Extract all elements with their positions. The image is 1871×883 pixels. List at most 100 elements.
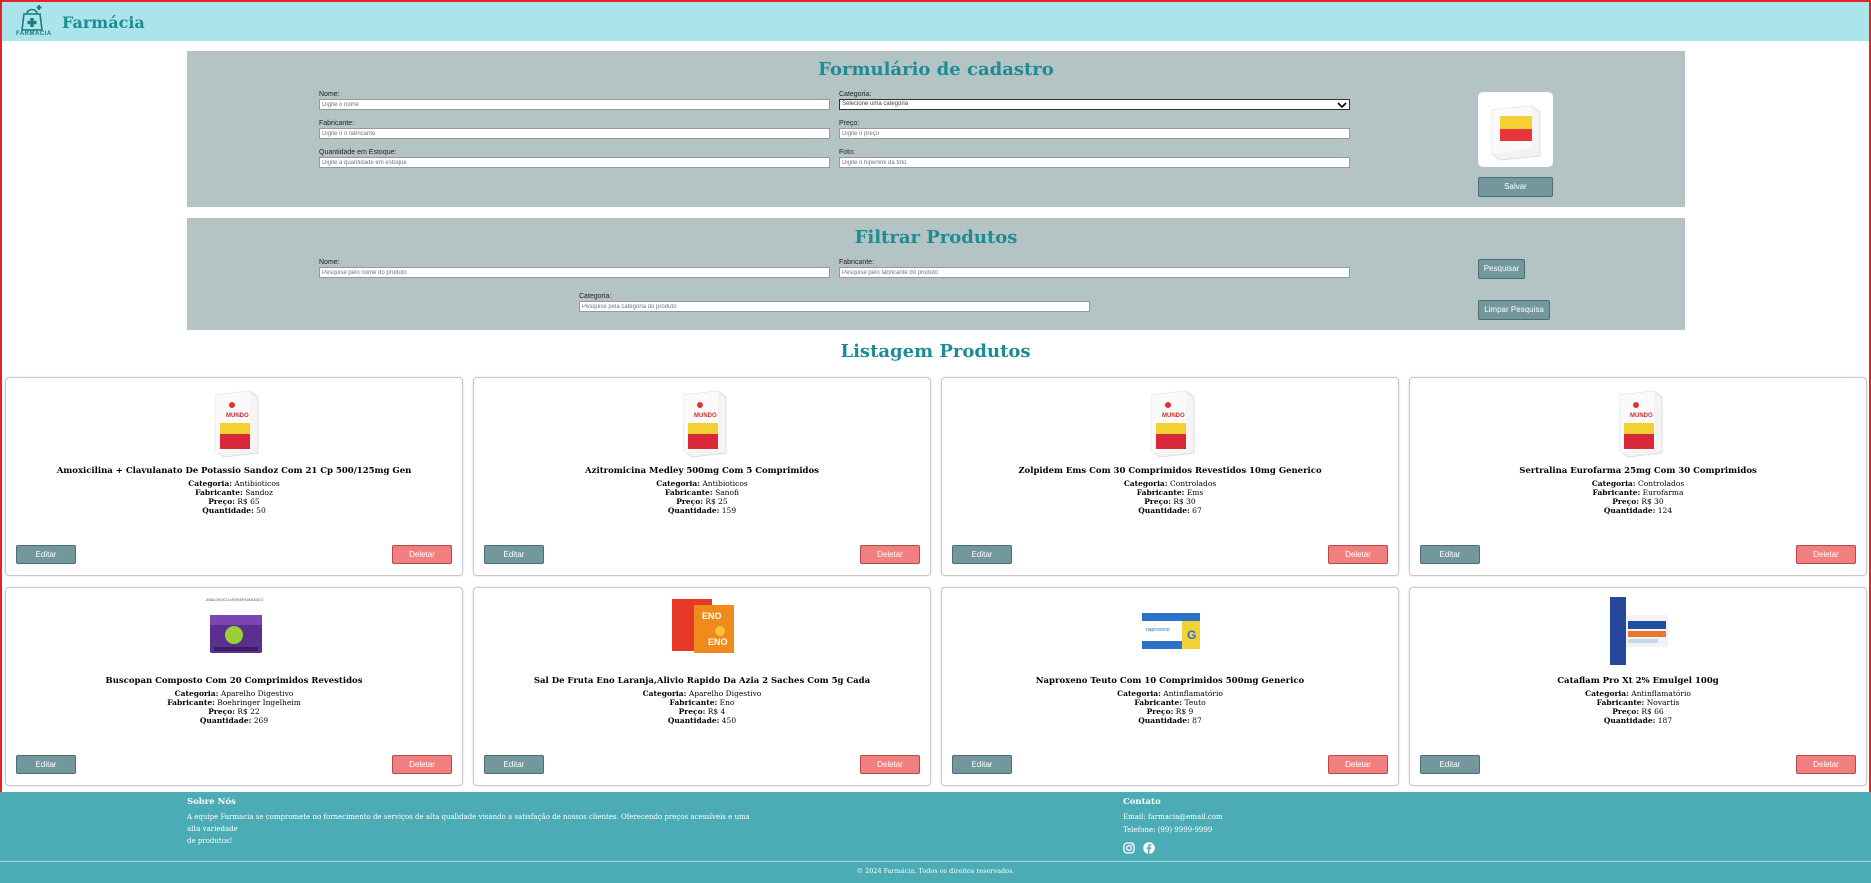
delete-button[interactable]: Deletar	[860, 545, 920, 564]
nome-input[interactable]	[319, 99, 830, 110]
preco-value: R$ 30	[1641, 497, 1664, 506]
product-quantidade: Quantidade: 269	[6, 716, 462, 725]
product-quantidade: Quantidade: 187	[1410, 716, 1866, 725]
fabricante-key: Fabricante:	[669, 698, 718, 707]
filter-categoria-input[interactable]	[579, 301, 1090, 312]
brand-name[interactable]: Farmácia	[62, 13, 145, 32]
fabricante-value: Eurofarma	[1642, 488, 1684, 497]
product-image	[1610, 597, 1668, 665]
clear-search-button[interactable]: Limpar Pesquisa	[1478, 300, 1550, 320]
product-image: ANALGESICO ANTIESPASMODICO	[204, 597, 266, 653]
product-quantidade: Quantidade: 124	[1410, 506, 1866, 515]
quantidade-key: Quantidade:	[1138, 506, 1190, 515]
filter-nome-input[interactable]	[319, 267, 830, 278]
instagram-icon[interactable]	[1123, 842, 1135, 854]
edit-button[interactable]: Editar	[484, 755, 544, 774]
product-info: Categoria: Aparelho Digestivo Fabricante:…	[6, 689, 462, 725]
edit-button[interactable]: Editar	[952, 545, 1012, 564]
edit-button[interactable]: Editar	[1420, 545, 1480, 564]
facebook-icon[interactable]	[1143, 842, 1155, 854]
quantidade-value: 159	[721, 506, 737, 515]
quantidade-label: Quantidade em Estoque:	[319, 149, 397, 156]
product-card: ANALGESICO ANTIESPASMODICO Buscopan Compo…	[5, 587, 463, 786]
product-info: Categoria: Antinflamatório Fabricante: Te…	[942, 689, 1398, 725]
edit-button[interactable]: Editar	[16, 755, 76, 774]
categoria-select[interactable]: Selecione uma categoria	[839, 99, 1350, 110]
filter-panel: Filtrar Produtos Nome: Fabricante: Categ…	[187, 218, 1685, 330]
about-text-line-2: de produtos!	[187, 837, 233, 845]
preco-key: Preço:	[678, 707, 706, 716]
edit-button[interactable]: Editar	[1420, 755, 1480, 774]
preco-value: R$ 22	[237, 707, 260, 716]
svg-text:ENO: ENO	[708, 637, 728, 647]
product-quantidade: Quantidade: 450	[474, 716, 930, 725]
product-categoria: Categoria: Aparelho Digestivo	[474, 689, 930, 698]
contact-title: Contato	[1123, 797, 1161, 807]
pharmacy-bag-icon	[21, 5, 43, 31]
categoria-value: Controlados	[1637, 479, 1685, 488]
filter-categoria-field: Categoria:	[579, 293, 1090, 312]
preco-input[interactable]	[839, 128, 1350, 139]
product-quantidade: Quantidade: 87	[942, 716, 1398, 725]
fabricante-key: Fabricante:	[195, 488, 243, 497]
fabricante-field: Fabricante:	[319, 120, 830, 139]
quantidade-key: Quantidade:	[1603, 506, 1656, 515]
categoria-value: Antinflamatório	[1631, 689, 1691, 698]
delete-button[interactable]: Deletar	[1796, 755, 1856, 774]
product-categoria: Categoria: Aparelho Digestivo	[6, 689, 462, 698]
top-navbar: FARMÁCIA Farmácia	[0, 0, 1871, 41]
product-name: Cataflam Pro Xt 2% Emulgel 100g	[1557, 676, 1719, 686]
delete-button[interactable]: Deletar	[860, 755, 920, 774]
filter-title: Filtrar Produtos	[854, 227, 1018, 248]
categoria-key: Categoria:	[1117, 689, 1161, 698]
product-info: Categoria: Aparelho Digestivo Fabricante:…	[474, 689, 930, 725]
delete-button[interactable]: Deletar	[1796, 545, 1856, 564]
product-fabricante: Fabricante: Teuto	[942, 698, 1398, 707]
fabricante-input[interactable]	[319, 128, 830, 139]
quantidade-key: Quantidade:	[199, 716, 252, 725]
filter-categoria-label: Categoria:	[579, 293, 612, 300]
svg-text:MUNDO: MUNDO	[1630, 413, 1653, 419]
delete-button[interactable]: Deletar	[1328, 755, 1388, 774]
foto-field: Foto:	[839, 149, 1350, 168]
logo-text: FARMÁCIA	[16, 31, 52, 37]
pharmacy-logo[interactable]: FARMÁCIA	[14, 4, 52, 40]
quantidade-input[interactable]	[319, 157, 830, 168]
filter-fabricante-field: Fabricante:	[839, 259, 1350, 278]
fabricante-value: Novartis	[1646, 698, 1680, 707]
categoria-key: Categoria:	[642, 689, 687, 698]
fabricante-value: Eno	[719, 698, 735, 707]
product-info: Categoria: Antinflamatório Fabricante: No…	[1410, 689, 1866, 725]
product-fabricante: Fabricante: Sandoz	[6, 488, 462, 497]
svg-text:naproxeno: naproxeno	[1146, 627, 1170, 633]
quantidade-key: Quantidade:	[1603, 716, 1656, 725]
registration-form: Formulário de cadastro Nome: Categoria: …	[187, 51, 1685, 207]
save-button[interactable]: Salvar	[1478, 177, 1553, 197]
categoria-value: Antinflamatório	[1163, 689, 1223, 698]
categoria-label: Categoria:	[839, 91, 872, 98]
preco-key: Preço:	[676, 497, 703, 506]
fabricante-value: Ems	[1186, 488, 1204, 497]
product-name: Zolpidem Ems Com 30 Comprimidos Revestid…	[1018, 466, 1322, 476]
product-card: Cataflam Pro Xt 2% Emulgel 100g Categoria…	[1409, 587, 1867, 786]
quantidade-key: Quantidade:	[1138, 716, 1190, 725]
quantidade-field: Quantidade em Estoque:	[319, 149, 830, 168]
nome-field: Nome:	[319, 91, 830, 110]
product-categoria: Categoria: Antibioticos	[6, 479, 462, 488]
product-name: Naproxeno Teuto Com 10 Comprimidos 500mg…	[1035, 676, 1305, 686]
search-button[interactable]: Pesquisar	[1478, 259, 1525, 279]
filter-fabricante-input[interactable]	[839, 267, 1350, 278]
preco-value: R$ 66	[1641, 707, 1664, 716]
product-image: MUNDO	[1151, 390, 1195, 458]
categoria-value: Antibioticos	[234, 479, 280, 488]
preco-value: R$ 25	[705, 497, 728, 506]
foto-input[interactable]	[839, 157, 1350, 168]
edit-button[interactable]: Editar	[952, 755, 1012, 774]
edit-button[interactable]: Editar	[16, 545, 76, 564]
contact-phone: Telefone: (99) 9999-9999	[1123, 826, 1213, 834]
delete-button[interactable]: Deletar	[392, 545, 452, 564]
about-text-line-1: A equipe Farmacia se compromete no forne…	[187, 813, 750, 833]
delete-button[interactable]: Deletar	[392, 755, 452, 774]
edit-button[interactable]: Editar	[484, 545, 544, 564]
delete-button[interactable]: Deletar	[1328, 545, 1388, 564]
